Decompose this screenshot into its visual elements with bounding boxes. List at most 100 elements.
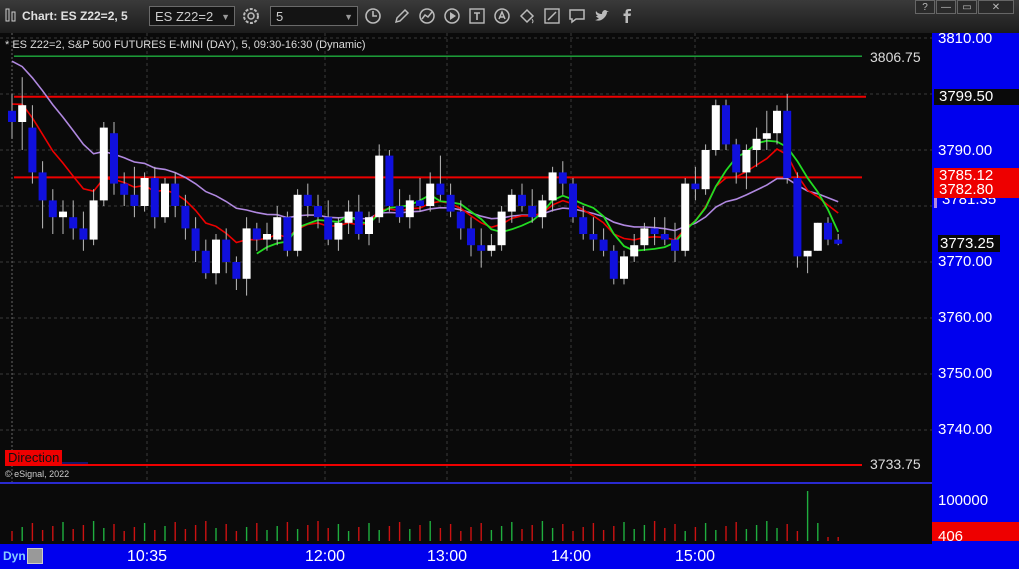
time-axis[interactable]: Dyn 10:35 12:00 13:00 14:00 15:00 bbox=[0, 544, 1019, 569]
candle-up bbox=[18, 105, 27, 122]
comment-icon[interactable] bbox=[567, 6, 587, 26]
candle-down bbox=[110, 133, 118, 184]
candle-up bbox=[334, 222, 343, 240]
candle-down bbox=[609, 250, 618, 279]
candle-down bbox=[120, 183, 129, 195]
candle-down bbox=[181, 206, 190, 229]
candle-down bbox=[660, 234, 669, 240]
candle-up bbox=[242, 228, 251, 279]
candle-up bbox=[630, 245, 639, 257]
interval-input[interactable]: 5 ▼ bbox=[270, 6, 358, 26]
candle-down bbox=[201, 250, 210, 274]
price-label: 3770.00 bbox=[938, 253, 993, 270]
twitter-icon[interactable] bbox=[592, 6, 612, 26]
candle-up bbox=[507, 194, 516, 212]
candle-down bbox=[303, 194, 312, 206]
candle-up bbox=[803, 250, 812, 257]
candle-up bbox=[344, 211, 353, 223]
candle-down bbox=[69, 217, 78, 229]
candle-up bbox=[487, 245, 496, 251]
facebook-icon[interactable] bbox=[617, 6, 637, 26]
price-label: 3790.00 bbox=[938, 142, 993, 159]
chart-line-icon[interactable] bbox=[417, 6, 437, 26]
hand-icon[interactable] bbox=[492, 6, 512, 26]
candle-down bbox=[48, 200, 57, 218]
candle-up bbox=[640, 228, 649, 246]
chart-background bbox=[0, 33, 932, 544]
minimize-button[interactable]: — bbox=[936, 0, 956, 14]
candle-up bbox=[773, 110, 781, 134]
candle-down bbox=[314, 206, 322, 218]
price-tag: 3799.50 bbox=[934, 89, 1019, 105]
candle-down bbox=[354, 211, 363, 234]
candle-up bbox=[681, 183, 690, 251]
price-chart[interactable] bbox=[0, 33, 1019, 544]
candle-down bbox=[171, 183, 180, 206]
dynamic-label[interactable]: Dyn bbox=[3, 549, 26, 563]
candle-down bbox=[324, 217, 333, 240]
ruler-icon[interactable] bbox=[542, 6, 562, 26]
candle-down bbox=[722, 105, 730, 145]
text-icon[interactable] bbox=[467, 6, 487, 26]
candle-down bbox=[518, 194, 526, 206]
candle-up bbox=[620, 256, 628, 279]
candle-down bbox=[569, 183, 577, 218]
window-title: Chart: ES Z22=2, 5 bbox=[22, 9, 128, 23]
candle-down bbox=[232, 262, 241, 279]
candle-down bbox=[477, 245, 486, 251]
candle-down bbox=[150, 178, 159, 218]
copyright-text: © eSignal, 2022 bbox=[5, 469, 70, 479]
candle-up bbox=[742, 150, 751, 173]
candle-up bbox=[762, 133, 771, 139]
level-label-lower: 3733.75 bbox=[870, 456, 921, 472]
title-bar: Chart: ES Z22=2, 5 ES Z22=2 ▼ 5 ▼ ? — ▭ … bbox=[0, 0, 1019, 34]
candle-up bbox=[293, 194, 302, 251]
volume-value: 406 bbox=[938, 528, 964, 545]
pencil-icon[interactable] bbox=[392, 6, 412, 26]
candle-down bbox=[558, 172, 567, 184]
settings-icon[interactable] bbox=[241, 6, 261, 26]
price-label: 3760.00 bbox=[938, 309, 993, 326]
close-button[interactable]: ✕ bbox=[978, 0, 1014, 14]
candle-down bbox=[446, 194, 455, 212]
candle-down bbox=[191, 228, 200, 251]
candle-down bbox=[222, 239, 231, 262]
candle-up bbox=[140, 178, 149, 206]
symbol-input[interactable]: ES Z22=2 ▼ bbox=[149, 6, 235, 26]
candle-down bbox=[528, 206, 537, 218]
clock-icon[interactable] bbox=[363, 6, 383, 26]
paint-bucket-icon[interactable] bbox=[517, 6, 537, 26]
candle-down bbox=[385, 155, 394, 206]
play-icon[interactable] bbox=[442, 6, 462, 26]
candle-down bbox=[416, 200, 424, 206]
price-axis[interactable] bbox=[932, 33, 1019, 544]
candle-down bbox=[589, 234, 598, 240]
candle-down bbox=[732, 144, 741, 173]
price-label: 3810.00 bbox=[938, 30, 993, 47]
candle-down bbox=[252, 228, 261, 240]
candle-up bbox=[365, 217, 373, 234]
time-label: 13:00 bbox=[426, 548, 468, 565]
time-label: 14:00 bbox=[550, 548, 592, 565]
candle-up bbox=[99, 127, 108, 201]
candle-down bbox=[38, 172, 47, 201]
candle-down bbox=[283, 217, 292, 251]
candle-up bbox=[497, 211, 506, 246]
candle-up bbox=[89, 200, 98, 240]
level-label-upper: 3806.75 bbox=[870, 49, 921, 65]
price-tag: 3782.80 bbox=[934, 182, 1019, 198]
candle-down bbox=[793, 178, 802, 257]
lock-icon[interactable] bbox=[27, 548, 43, 564]
candle-down bbox=[691, 183, 700, 190]
help-button[interactable]: ? bbox=[915, 0, 935, 14]
direction-label[interactable]: Direction bbox=[5, 450, 63, 466]
candle-up bbox=[538, 200, 547, 218]
candle-up bbox=[426, 183, 435, 206]
candle-down bbox=[671, 239, 679, 251]
price-label: 3740.00 bbox=[938, 421, 993, 438]
candle-up bbox=[405, 200, 414, 218]
maximize-button[interactable]: ▭ bbox=[957, 0, 977, 14]
candle-down bbox=[834, 239, 843, 244]
current-price-label: 3773.25 bbox=[938, 235, 1000, 252]
candle-up bbox=[212, 239, 220, 274]
